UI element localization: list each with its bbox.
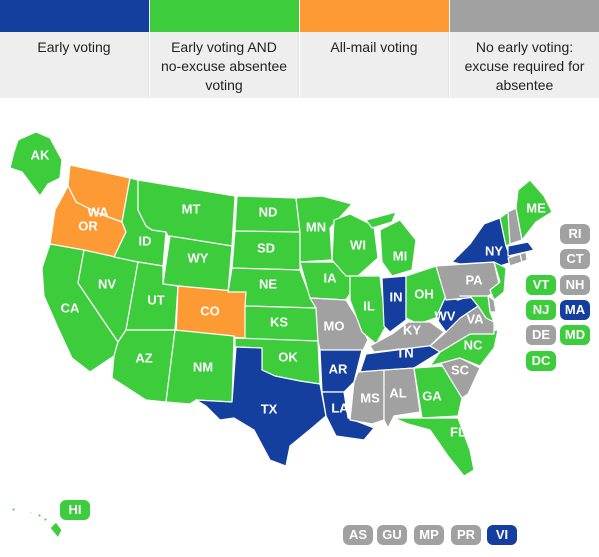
legend-swatch-early-noexcuse <box>150 0 299 32</box>
chip-mp[interactable]: MP <box>414 525 444 545</box>
state-sd[interactable] <box>231 230 301 271</box>
state-wy[interactable] <box>162 235 233 293</box>
chip-md[interactable]: MD <box>560 325 590 345</box>
chip-vt[interactable]: VT <box>526 275 556 295</box>
chip-as[interactable]: AS <box>343 525 373 545</box>
legend-swatch-allmail <box>300 0 449 32</box>
state-ms[interactable] <box>349 369 385 425</box>
legend-item-early: Early voting <box>0 0 150 98</box>
state-nd[interactable] <box>234 195 301 233</box>
legend-item-early-noexcuse: Early voting AND no-excuse absentee voti… <box>150 0 300 98</box>
us-map: AKWAORCANVIDMTWYUTAZCONMNDSDNEKSOKTXMNIA… <box>9 131 553 539</box>
chip-de[interactable]: DE <box>526 325 556 345</box>
legend-item-allmail: All-mail voting <box>300 0 450 98</box>
legend-item-none: No early voting: excuse required for abs… <box>450 0 599 98</box>
state-fl[interactable] <box>393 417 475 477</box>
state-pa[interactable] <box>435 261 501 301</box>
state-nm[interactable] <box>165 329 235 405</box>
legend-swatch-none <box>450 0 599 32</box>
legend: Early voting Early voting AND no-excuse … <box>0 0 599 98</box>
chip-ri[interactable]: RI <box>560 224 590 244</box>
chip-hi[interactable]: HI <box>60 500 90 520</box>
chip-vi[interactable]: VI <box>487 525 517 545</box>
state-az[interactable] <box>111 329 176 403</box>
legend-swatch-early <box>0 0 149 32</box>
state-me[interactable] <box>515 179 553 241</box>
legend-label-allmail: All-mail voting <box>300 32 449 98</box>
chip-nj[interactable]: NJ <box>526 300 556 320</box>
legend-label-early: Early voting <box>0 32 149 98</box>
state-hi[interactable] <box>11 507 63 539</box>
state-co[interactable] <box>175 285 247 339</box>
chip-gu[interactable]: GU <box>377 525 407 545</box>
legend-label-early-noexcuse: Early voting AND no-excuse absentee voti… <box>150 32 299 98</box>
state-ks[interactable] <box>244 305 319 342</box>
state-ak[interactable] <box>9 131 63 197</box>
legend-label-none: No early voting: excuse required for abs… <box>450 32 599 98</box>
chip-ct[interactable]: CT <box>560 249 590 269</box>
state-in[interactable] <box>381 275 407 333</box>
chip-dc[interactable]: DC <box>526 351 556 371</box>
chip-pr[interactable]: PR <box>451 525 481 545</box>
chip-nh[interactable]: NH <box>560 275 590 295</box>
chip-ma[interactable]: MA <box>560 300 590 320</box>
